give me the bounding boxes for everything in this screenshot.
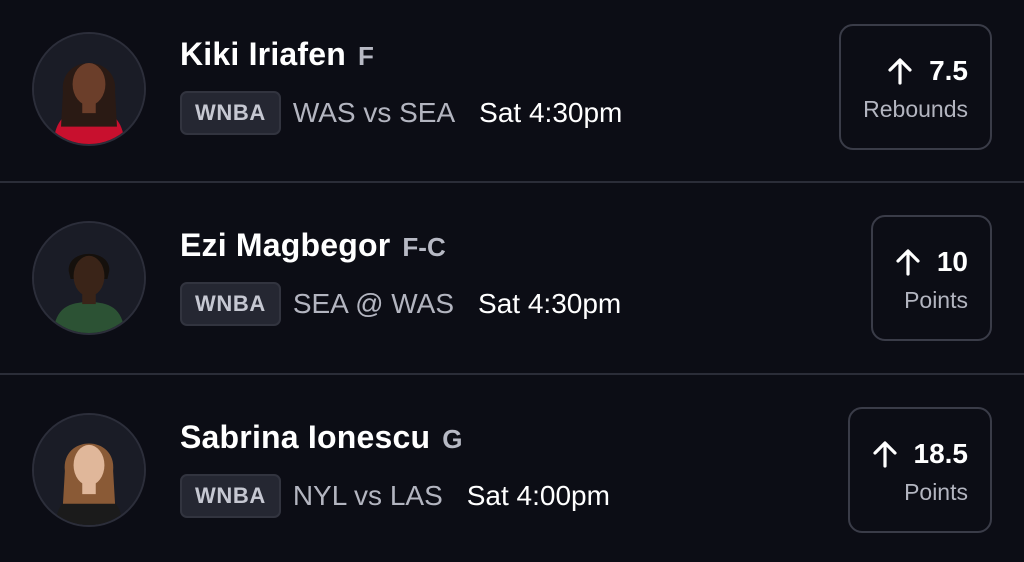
player-headshot	[34, 415, 144, 525]
game-time: Sat 4:30pm	[479, 97, 623, 128]
player-position: F-C	[402, 232, 446, 262]
player-position: G	[442, 424, 463, 454]
player-headshot	[34, 223, 144, 333]
game-time: Sat 4:30pm	[478, 288, 622, 319]
player-row[interactable]: Sabrina Ionescu G WNBA NYL vs LAS Sat 4:…	[0, 375, 1024, 555]
stat-value: 7.5	[929, 54, 968, 86]
game-info: WNBA NYL vs LAS Sat 4:00pm	[180, 473, 610, 519]
stat-category: Points	[904, 286, 968, 313]
arrow-up-icon	[888, 57, 912, 85]
player-position: F	[358, 41, 374, 71]
player-avatar	[32, 32, 146, 146]
matchup-text: NYL vs LAS	[292, 480, 443, 511]
player-name: Sabrina Ionescu	[180, 419, 431, 455]
matchup-text: WAS vs SEA	[292, 97, 456, 128]
stat-line-button[interactable]: 10 Points	[870, 215, 992, 341]
league-badge: WNBA	[180, 282, 281, 326]
game-time: Sat 4:00pm	[466, 480, 610, 511]
stat-value: 18.5	[913, 437, 969, 469]
stat-category: Rebounds	[863, 95, 968, 122]
matchup-text: SEA @ WAS	[292, 288, 455, 319]
arrow-up-icon	[872, 440, 897, 468]
player-name: Ezi Magbegor	[180, 227, 391, 263]
player-row[interactable]: Kiki Iriafen F WNBA WAS vs SEA Sat 4:30p…	[0, 0, 1024, 180]
arrow-up-icon	[896, 248, 920, 276]
stat-line-button[interactable]: 7.5 Rebounds	[839, 24, 992, 150]
league-badge: WNBA	[180, 91, 281, 135]
player-name-line: Kiki Iriafen F	[180, 36, 374, 76]
stat-line-value-row: 18.5	[872, 435, 969, 473]
stat-line-button[interactable]: 18.5 Points	[847, 407, 992, 533]
stat-value: 10	[936, 245, 968, 277]
player-avatar	[32, 221, 146, 335]
game-info: WNBA WAS vs SEA Sat 4:30pm	[180, 90, 622, 136]
player-props-list: Kiki Iriafen F WNBA WAS vs SEA Sat 4:30p…	[0, 0, 1024, 562]
stat-line-value-row: 7.5	[887, 52, 968, 90]
stat-line-value-row: 10	[895, 243, 968, 281]
stat-category: Points	[904, 478, 968, 505]
player-name: Kiki Iriafen	[180, 36, 347, 72]
league-badge: WNBA	[180, 474, 281, 518]
game-info: WNBA SEA @ WAS Sat 4:30pm	[180, 281, 621, 327]
player-avatar	[32, 413, 146, 527]
player-row[interactable]: Ezi Magbegor F-C WNBA SEA @ WAS Sat 4:30…	[0, 183, 1024, 363]
player-headshot	[34, 34, 144, 144]
player-name-line: Sabrina Ionescu G	[180, 419, 462, 459]
player-name-line: Ezi Magbegor F-C	[180, 227, 446, 267]
